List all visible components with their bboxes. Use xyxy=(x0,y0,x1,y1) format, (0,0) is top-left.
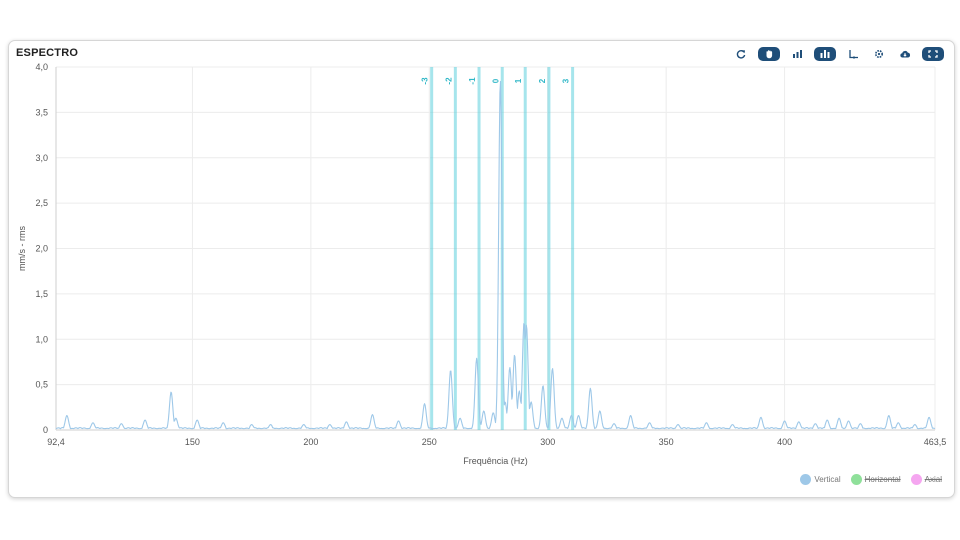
x-tick-label: 150 xyxy=(185,437,200,447)
y-tick-label: 3,0 xyxy=(35,153,48,163)
harmonic-marker-line xyxy=(547,67,551,430)
x-tick-label: 250 xyxy=(422,437,437,447)
y-tick-label: 1,5 xyxy=(35,289,48,299)
harmonic-marker-label: 1 xyxy=(514,78,523,83)
y-axis-label: mm/s - rms xyxy=(17,226,27,271)
x-tick-label: 92,4 xyxy=(47,437,65,447)
y-tick-label: 2,5 xyxy=(35,198,48,208)
harmonic-marker-label: 2 xyxy=(538,78,547,83)
y-tick-label: 1,0 xyxy=(35,334,48,344)
y-tick-label: 3,5 xyxy=(35,107,48,117)
x-tick-label: 350 xyxy=(659,437,674,447)
x-tick-label: 200 xyxy=(303,437,318,447)
y-tick-label: 0,5 xyxy=(35,380,48,390)
harmonic-marker-line xyxy=(453,67,457,430)
harmonic-marker-label: -2 xyxy=(444,77,453,85)
harmonic-marker-label: 3 xyxy=(562,78,571,83)
y-tick-label: 0 xyxy=(43,425,48,435)
harmonic-marker-line xyxy=(571,67,575,430)
x-tick-label: 400 xyxy=(777,437,792,447)
x-tick-label: 463,5 xyxy=(924,437,947,447)
y-tick-label: 4,0 xyxy=(35,62,48,72)
series-line-vertical xyxy=(55,80,936,430)
harmonic-marker-line xyxy=(523,67,527,430)
harmonic-marker-label: -3 xyxy=(421,77,430,85)
harmonic-marker-label: 0 xyxy=(491,78,500,83)
x-axis-label: Frequência (Hz) xyxy=(463,456,528,466)
y-tick-label: 2,0 xyxy=(35,244,48,254)
x-tick-label: 300 xyxy=(540,437,555,447)
harmonic-marker-label: -1 xyxy=(468,77,477,85)
spectrum-chart[interactable]: 00,51,01,52,02,53,03,54,092,4 150 200 250 30… xyxy=(0,0,960,540)
harmonic-marker-line xyxy=(430,67,434,430)
